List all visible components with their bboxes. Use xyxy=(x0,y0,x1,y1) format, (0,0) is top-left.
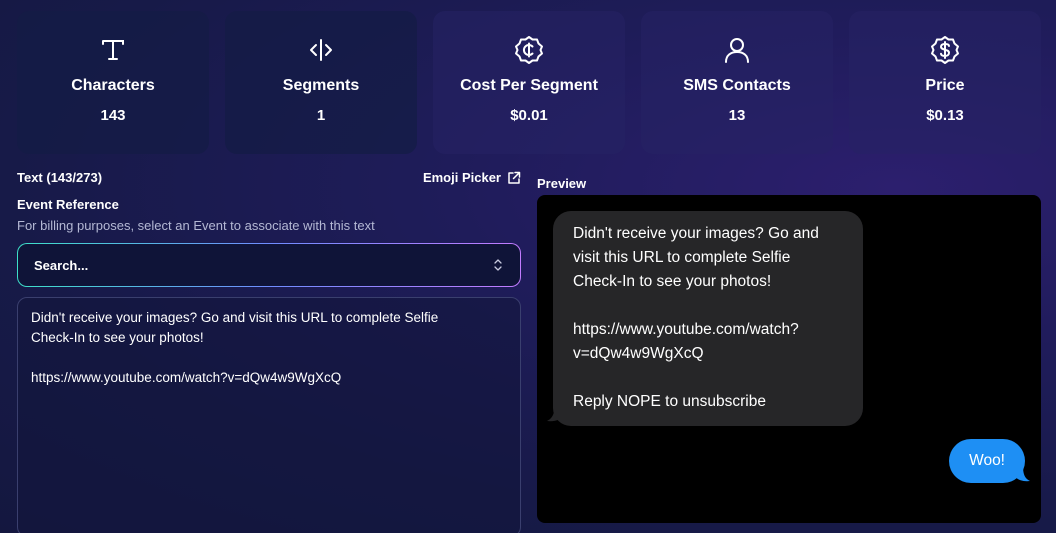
stat-value: $0.13 xyxy=(926,107,964,124)
stat-label: Cost Per Segment xyxy=(460,77,598,94)
stat-label: Segments xyxy=(282,77,360,94)
stat-card-price: Price $0.13 xyxy=(849,11,1041,154)
text-count-label: Text (143/273) xyxy=(17,170,103,185)
message-editor: Text (143/273) Emoji Picker Event Refere… xyxy=(17,170,521,533)
stat-value: 1 xyxy=(316,107,326,124)
stat-card-characters: Characters 143 xyxy=(17,11,209,154)
dollar-coin-icon xyxy=(930,35,960,65)
stat-label: SMS Contacts xyxy=(683,77,791,94)
incoming-message-text: Didn't receive your images? Go and visit… xyxy=(573,225,819,290)
cent-coin-icon xyxy=(514,35,544,65)
stat-card-segments: Segments 1 xyxy=(225,11,417,154)
stat-value: 143 xyxy=(100,107,126,124)
message-textarea[interactable]: Didn't receive your images? Go and visit… xyxy=(17,297,521,533)
emoji-picker-label: Emoji Picker xyxy=(422,170,501,185)
stat-label: Characters xyxy=(71,77,155,94)
stat-value: 13 xyxy=(728,107,746,124)
event-reference-hint: For billing purposes, select an Event to… xyxy=(17,218,375,233)
incoming-message-bubble: Didn't receive your images? Go and visit… xyxy=(553,211,863,426)
stats-row: Characters 143 Segments 1 Cost Per Segme… xyxy=(17,11,1041,154)
external-link-icon xyxy=(508,171,521,184)
preview-label: Preview xyxy=(537,176,587,191)
message-preview: Didn't receive your images? Go and visit… xyxy=(537,195,1041,523)
emoji-picker-link[interactable]: Emoji Picker xyxy=(423,170,521,185)
chevron-up-down-icon xyxy=(494,259,502,271)
incoming-message-link: https://www.youtube.com/watch?v=dQw4w9Wg… xyxy=(573,321,799,362)
code-divider-icon xyxy=(308,35,334,65)
outgoing-bubble-tail xyxy=(1014,465,1030,482)
event-reference-title: Event Reference xyxy=(17,197,119,212)
stat-card-sms-contacts: SMS Contacts 13 xyxy=(641,11,833,154)
event-select-placeholder: Search... xyxy=(34,257,89,273)
event-select[interactable]: Search... xyxy=(17,243,521,287)
user-icon xyxy=(723,35,751,65)
stat-label: Price xyxy=(925,77,965,94)
incoming-bubble-tail xyxy=(547,401,565,422)
stat-card-cost-per-segment: Cost Per Segment $0.01 xyxy=(433,11,625,154)
stat-value: $0.01 xyxy=(510,107,548,124)
incoming-message-unsubscribe: Reply NOPE to unsubscribe xyxy=(573,393,766,410)
text-t-icon xyxy=(100,35,126,65)
